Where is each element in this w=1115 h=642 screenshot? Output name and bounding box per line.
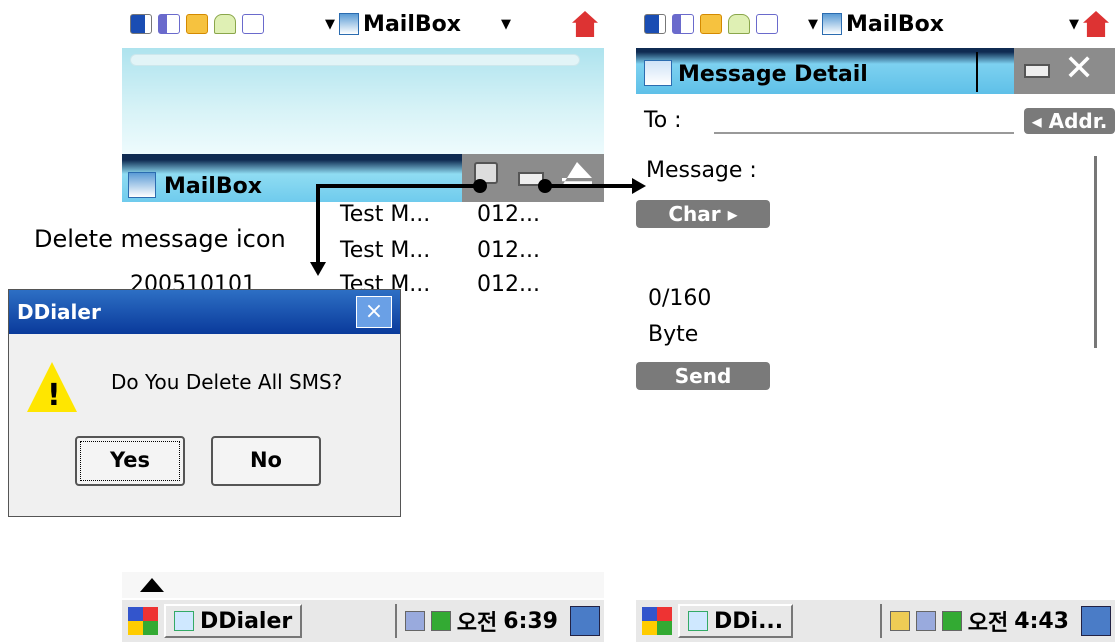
address-label: Addr. [1048, 109, 1108, 133]
callout-label: Delete message icon [34, 225, 286, 253]
composite-screenshot: ▼ MailBox ▼ MailBox Test M... 012... Tes… [0, 0, 1115, 642]
char-counter: 0/160 [648, 286, 712, 311]
up-arrow-icon[interactable] [140, 578, 164, 592]
lock-icon[interactable] [728, 14, 750, 34]
home-icon[interactable] [1083, 11, 1109, 37]
byte-unit: Byte [648, 322, 699, 347]
title-box: MailBox [122, 154, 462, 202]
network-icon[interactable] [404, 611, 425, 631]
status-bar: ▼ MailBox ▼ [636, 0, 1115, 48]
mailbox-icon [822, 13, 842, 35]
mailbox-icon [128, 172, 156, 198]
to-label: To : [644, 108, 682, 133]
connection-icon[interactable] [941, 611, 962, 631]
message-icon [644, 60, 672, 86]
note-icon[interactable] [756, 14, 778, 34]
collapse-icon[interactable] [562, 162, 592, 186]
dialog-title: DDialer [9, 290, 400, 334]
dropdown-icon[interactable]: ▼ [1069, 17, 1079, 32]
page-title: Message Detail [678, 62, 868, 87]
message-subject: Test M... [340, 202, 431, 227]
message-number: 012... [477, 238, 540, 263]
status-icons [644, 14, 778, 34]
warning-mark: ! [47, 378, 61, 413]
toolbar [462, 154, 604, 202]
title-actions: ✕ [1014, 48, 1115, 94]
search-bar[interactable] [130, 54, 580, 66]
system-tray: 오전 6:39 [394, 604, 566, 638]
start-icon[interactable] [128, 607, 158, 635]
taskbar-task[interactable]: DDialer [164, 604, 303, 638]
ampm: 오전 [967, 611, 1009, 636]
dialog-message: Do You Delete All SMS? [111, 370, 343, 394]
battery-icon [130, 14, 152, 34]
title-divider [976, 52, 978, 92]
battery-icon [644, 14, 666, 34]
message-icon[interactable] [1024, 64, 1050, 78]
start-icon[interactable] [642, 607, 672, 635]
yes-button[interactable]: Yes [75, 436, 185, 486]
ampm: 오전 [456, 611, 498, 636]
clock[interactable]: 4:43 [1014, 609, 1069, 634]
banner [122, 48, 604, 154]
close-icon[interactable]: × [356, 296, 392, 328]
taskbar: DDialer 오전 6:39 [122, 598, 604, 642]
message-number: 012... [477, 272, 540, 297]
taskbar-task[interactable]: DDi... [678, 604, 794, 638]
char-label: Char [668, 202, 721, 226]
app-title: MailBox [846, 11, 944, 37]
app-switcher[interactable]: ▼ MailBox [325, 12, 461, 37]
close-icon[interactable]: ✕ [1064, 48, 1094, 89]
window-icon[interactable] [1081, 606, 1111, 636]
message-number: 012... [477, 202, 540, 227]
dropdown-icon: ▼ [325, 16, 336, 32]
address-button[interactable]: ◂ Addr. [1024, 108, 1115, 134]
app-icon [688, 611, 708, 631]
char-button[interactable]: Char ▸ [636, 200, 770, 228]
connection-icon[interactable] [430, 611, 451, 631]
window-icon[interactable] [570, 606, 600, 636]
status-bar: ▼ MailBox ▼ [122, 0, 604, 48]
title-bar: Message Detail ✕ [636, 48, 1115, 94]
dropdown-icon[interactable]: ▼ [501, 17, 511, 32]
message-label: Message : [646, 158, 757, 183]
app-icon [174, 611, 194, 631]
to-field[interactable] [714, 132, 1014, 134]
delete-icon[interactable] [474, 162, 498, 184]
volume-icon[interactable] [158, 14, 180, 34]
send-button[interactable]: Send [636, 362, 770, 390]
mailbox-icon [339, 13, 360, 35]
message-notify-icon[interactable] [186, 14, 208, 34]
delete-confirm-dialog: DDialer × ! Do You Delete All SMS? Yes N… [8, 289, 401, 517]
app-switcher[interactable]: ▼ MailBox [808, 12, 944, 37]
dropdown-icon: ▼ [808, 16, 818, 32]
status-icons [130, 14, 264, 34]
home-icon[interactable] [572, 11, 598, 37]
message-subject: Test M... [340, 238, 431, 263]
app-title: MailBox [363, 11, 461, 37]
scrollbar[interactable] [1094, 156, 1097, 348]
message-notify-icon[interactable] [700, 14, 722, 34]
new-message-icon[interactable] [518, 172, 544, 186]
volume-icon[interactable] [672, 14, 694, 34]
clock[interactable]: 6:39 [503, 609, 558, 634]
taskbar: DDi... 오전 4:43 [636, 598, 1115, 642]
system-tray: 오전 4:43 [879, 604, 1077, 638]
message-detail-screen: ▼ MailBox ▼ Message Detail ✕ To : ◂ Addr… [636, 0, 1115, 642]
no-button[interactable]: No [211, 436, 321, 486]
task-label: DDi... [714, 608, 784, 634]
page-title: MailBox [164, 174, 262, 199]
network-icon[interactable] [915, 611, 936, 631]
note-icon[interactable] [242, 14, 264, 34]
task-label: DDialer [200, 608, 293, 634]
lock-icon[interactable] [214, 14, 236, 34]
sim-icon[interactable] [889, 611, 910, 631]
